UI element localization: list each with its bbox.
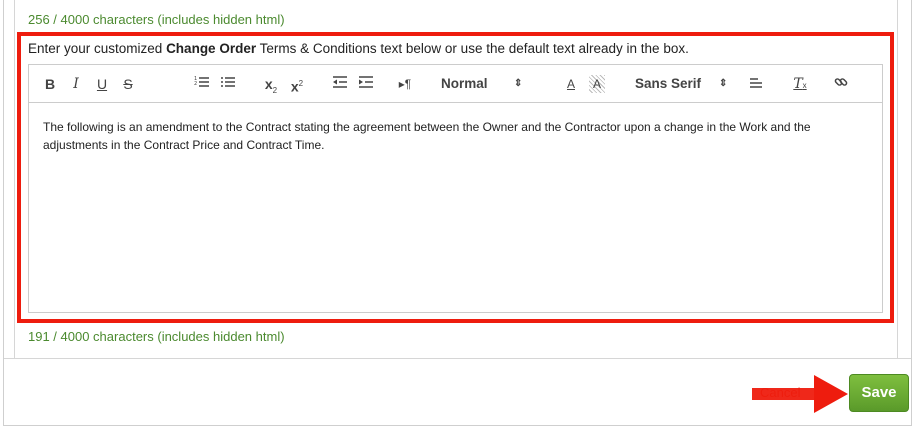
font-picker-caret-icon: ⇕: [719, 78, 728, 89]
align-icon: [750, 78, 762, 88]
subscript-mark: 2: [272, 85, 278, 95]
background-color-button[interactable]: A: [589, 75, 605, 93]
editor-toolbar: B I U S 12 x2 x2 ▸¶ Normal ⇕ A A Sans Ser…: [29, 65, 882, 103]
outdent-icon: [333, 76, 347, 88]
bold-button[interactable]: B: [43, 75, 57, 93]
align-button[interactable]: [747, 75, 765, 93]
text-direction-button[interactable]: ▸¶: [394, 75, 416, 93]
size-picker-caret-icon: ⇕: [514, 78, 523, 89]
superscript-base: x: [290, 78, 299, 95]
size-picker[interactable]: Normal ⇕: [441, 75, 541, 93]
ordered-list-button[interactable]: 12: [192, 75, 212, 93]
instructions-bold: Change Order: [166, 41, 257, 56]
save-button[interactable]: Save: [849, 374, 909, 412]
character-counter-top: 256 / 4000 characters (includes hidden h…: [28, 12, 285, 27]
clear-format-icon: T: [793, 76, 803, 92]
bullet-list-button[interactable]: [218, 75, 238, 93]
character-counter-bottom: 191 / 4000 characters (includes hidden h…: [28, 329, 285, 344]
clear-format-button[interactable]: Tx: [791, 75, 809, 93]
font-picker[interactable]: Sans Serif ⇕: [635, 75, 735, 93]
link-icon: [834, 78, 848, 86]
ordered-list-icon: 12: [194, 76, 209, 87]
subscript-base: x: [264, 76, 273, 92]
red-arrow-annotation: [752, 375, 848, 413]
instructions-suffix: Terms & Conditions text below or use the…: [256, 41, 689, 56]
italic-button[interactable]: I: [69, 75, 83, 93]
panel-divider: [4, 358, 911, 359]
bullet-list-icon: [221, 77, 235, 87]
font-picker-label: Sans Serif: [635, 76, 702, 91]
size-picker-label: Normal: [441, 76, 488, 91]
indent-icon: [359, 76, 373, 88]
superscript-button[interactable]: x2: [287, 75, 307, 95]
editor-instructions: Enter your customized Change Order Terms…: [28, 41, 689, 56]
superscript-mark: 2: [298, 79, 304, 88]
outdent-button[interactable]: [330, 75, 350, 93]
underline-button[interactable]: U: [95, 75, 109, 93]
instructions-prefix: Enter your customized: [28, 41, 167, 56]
editor-content[interactable]: The following is an amendment to the Con…: [43, 118, 863, 154]
strike-button[interactable]: S: [121, 75, 135, 93]
indent-button[interactable]: [356, 75, 376, 93]
font-color-button[interactable]: A: [563, 75, 579, 93]
panel-inner-border: [897, 0, 898, 359]
panel-inner-border: [14, 0, 15, 359]
subscript-button[interactable]: x2: [261, 75, 281, 95]
rich-text-editor: B I U S 12 x2 x2 ▸¶ Normal ⇕ A A Sans Ser…: [28, 64, 883, 313]
link-button[interactable]: [832, 75, 850, 93]
svg-text:2: 2: [194, 81, 197, 87]
